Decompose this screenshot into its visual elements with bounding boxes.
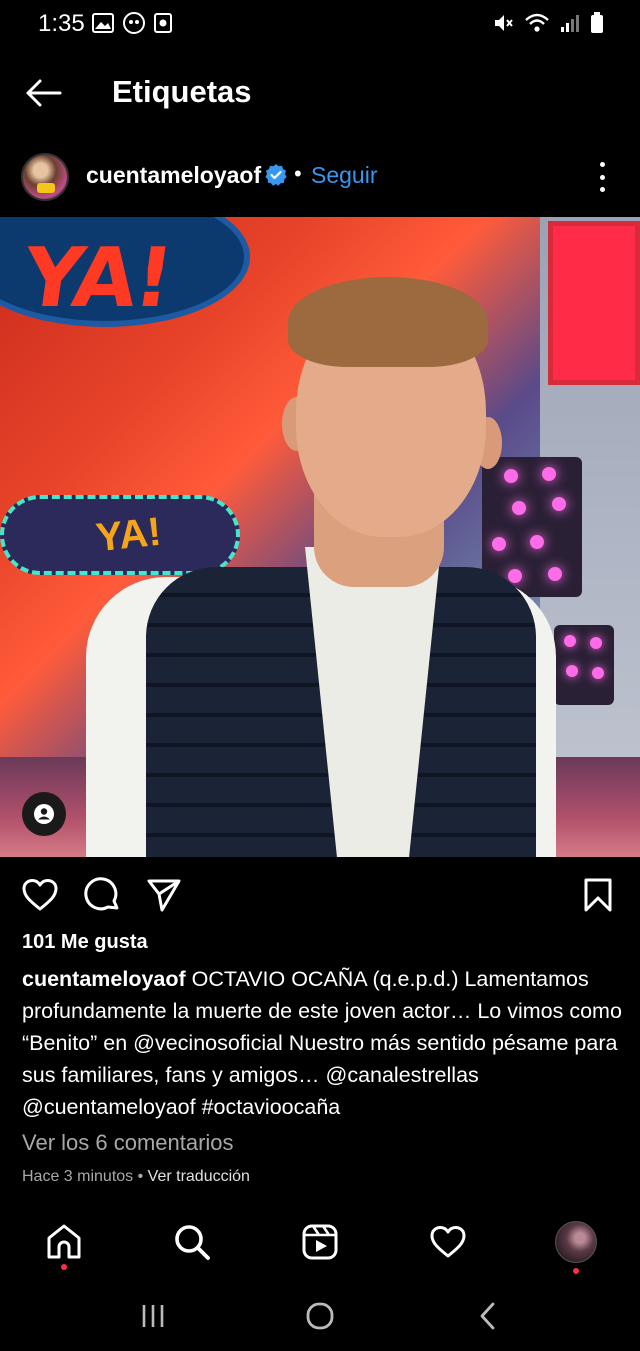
back-system-button[interactable] — [467, 1296, 507, 1336]
status-system-icons — [492, 12, 604, 34]
back-button[interactable] — [22, 76, 64, 110]
save-button[interactable] — [578, 875, 618, 915]
page-title: Etiquetas — [112, 74, 252, 109]
post-username[interactable]: cuentameloyaof — [86, 162, 261, 189]
system-nav — [0, 1282, 640, 1351]
heart-icon — [22, 879, 58, 911]
post-actions — [0, 870, 640, 920]
arrow-left-icon — [26, 79, 62, 107]
avatar[interactable] — [21, 153, 69, 201]
post-meta: Hace 3 minutos • Ver traducción — [22, 1168, 250, 1186]
messenger-notification-icon — [123, 12, 145, 34]
nav-profile[interactable] — [554, 1220, 598, 1264]
share-button[interactable] — [144, 875, 184, 915]
post-caption: cuentameloyaof OCTAVIO OCAÑA (q.e.p.d.) … — [22, 963, 622, 1123]
meta-separator: • — [133, 1168, 148, 1185]
heart-icon — [430, 1226, 466, 1258]
wifi-icon — [525, 13, 549, 32]
profile-avatar — [555, 1221, 597, 1263]
like-button[interactable] — [20, 875, 60, 915]
search-icon — [175, 1225, 210, 1260]
profile-notification-dot — [573, 1268, 579, 1274]
nav-activity[interactable] — [426, 1220, 470, 1264]
post-header: cuentameloyaof • Seguir — [0, 148, 640, 208]
nav-home[interactable] — [42, 1220, 86, 1264]
signal-icon — [561, 15, 579, 32]
user-tag-icon[interactable] — [22, 792, 66, 836]
separator-dot: • — [294, 161, 302, 186]
mute-icon — [495, 15, 513, 31]
home-system-button[interactable] — [300, 1296, 340, 1336]
home-circle-icon — [306, 1302, 334, 1330]
header: Etiquetas — [0, 60, 640, 126]
status-bar: 1:35 — [0, 0, 640, 50]
comment-icon — [84, 877, 119, 911]
follow-button[interactable]: Seguir — [311, 162, 377, 189]
verified-badge-icon — [265, 164, 287, 186]
status-time: 1:35 — [38, 10, 85, 37]
likes-count[interactable]: 101 Me gusta — [22, 931, 148, 954]
translate-link[interactable]: Ver traducción — [148, 1168, 250, 1185]
caption-username[interactable]: cuentameloyaof — [22, 967, 186, 991]
app-notification-icon — [154, 13, 172, 33]
status-notification-icons — [92, 12, 172, 34]
post-time: Hace 3 minutos — [22, 1168, 134, 1185]
view-comments-link[interactable]: Ver los 6 comentarios — [22, 1130, 234, 1156]
home-icon — [47, 1224, 81, 1259]
home-notification-dot — [61, 1264, 67, 1270]
post-image[interactable]: YA! YA! — [0, 217, 640, 857]
reels-icon — [302, 1224, 338, 1260]
nav-search[interactable] — [170, 1220, 214, 1264]
nav-reels[interactable] — [298, 1220, 342, 1264]
comment-button[interactable] — [82, 875, 122, 915]
person-photo — [56, 277, 576, 857]
gallery-notification-icon — [92, 13, 114, 33]
bookmark-icon — [584, 878, 612, 912]
chevron-left-icon — [480, 1302, 495, 1330]
bottom-nav — [0, 1210, 640, 1280]
send-icon — [147, 879, 181, 912]
recent-apps-button[interactable] — [133, 1296, 173, 1336]
battery-icon — [591, 12, 603, 33]
more-vertical-icon[interactable] — [590, 162, 614, 192]
recent-apps-icon — [142, 1305, 164, 1327]
